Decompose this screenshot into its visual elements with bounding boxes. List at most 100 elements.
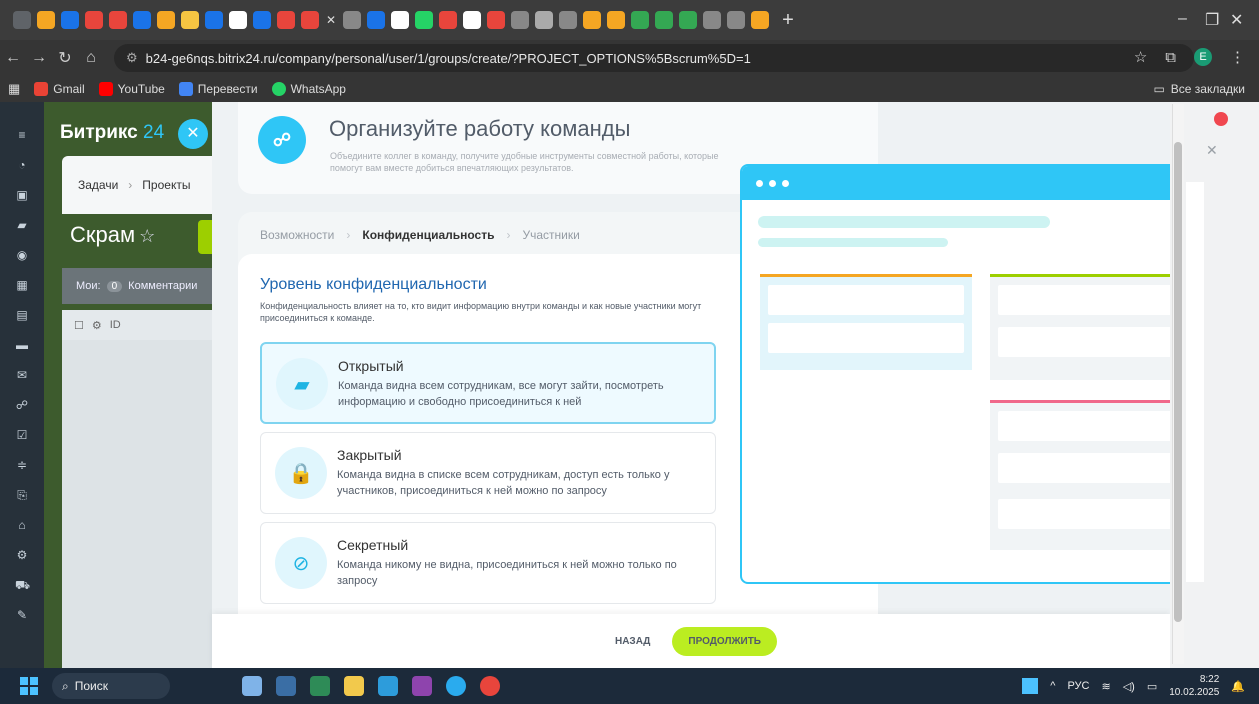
url-field[interactable]: ⚙ b24-ge6nqs.bitrix24.ru/company/persona… <box>114 44 1194 72</box>
scrum-icon[interactable]: ☑ <box>15 428 29 442</box>
tab-tasks[interactable]: Задачи <box>78 178 118 192</box>
scrollbar-thumb[interactable] <box>1174 142 1182 622</box>
vscode-icon[interactable] <box>412 676 432 696</box>
docs-icon[interactable]: ▤ <box>15 308 29 322</box>
browser-tab[interactable] <box>157 11 175 29</box>
site-info-icon[interactable]: ⚙ <box>126 50 138 66</box>
browser-tab[interactable] <box>391 11 410 29</box>
comments-filter[interactable]: Комментарии <box>128 280 197 292</box>
browser-tab[interactable] <box>511 11 530 29</box>
browser-tab[interactable] <box>727 11 746 29</box>
chevron-up-icon[interactable]: ^ <box>1050 680 1055 692</box>
bookmark-youtube[interactable]: YouTube <box>98 82 165 96</box>
continue-button[interactable]: ПРОДОЛЖИТЬ <box>672 626 777 656</box>
close-tab-icon[interactable]: ✕ <box>326 13 336 27</box>
gear-icon[interactable]: ⚙ <box>92 319 102 332</box>
battery-icon[interactable]: ▭ <box>1147 680 1157 693</box>
menu-icon[interactable]: ⋮ <box>1230 48 1245 66</box>
restore-icon[interactable]: ❐ <box>1205 10 1219 30</box>
browser-tab[interactable] <box>415 11 434 29</box>
windows-start-icon[interactable] <box>20 677 38 695</box>
wifi-icon[interactable]: ≋ <box>1101 680 1110 693</box>
tasks-icon[interactable]: ▣ <box>15 188 29 202</box>
browser-tab[interactable] <box>487 11 506 29</box>
browser-tab[interactable] <box>703 11 722 29</box>
browser-tab[interactable] <box>751 11 770 29</box>
step-members[interactable]: Участники <box>522 228 579 242</box>
extensions-icon[interactable]: ⧉ <box>1165 49 1176 66</box>
browser-tab[interactable] <box>85 11 103 29</box>
b24-logo[interactable]: Битрикс 24 <box>60 122 164 144</box>
browser-tab[interactable] <box>229 11 247 29</box>
drive-icon[interactable]: ▬ <box>15 338 29 352</box>
clock[interactable]: 8:22 10.02.2025 <box>1169 673 1219 699</box>
apps-icon[interactable]: ▦ <box>8 81 20 97</box>
browser-tab[interactable] <box>559 11 578 29</box>
browser-tab[interactable] <box>679 11 698 29</box>
edit-icon[interactable]: ✎ <box>15 608 29 622</box>
browser-tab[interactable] <box>253 11 271 29</box>
bookmark-whatsapp[interactable]: WhatsApp <box>271 82 346 96</box>
mail-icon[interactable]: ✉ <box>15 368 29 382</box>
option-open[interactable]: ▰ Открытый Команда видна всем сотрудника… <box>260 342 716 424</box>
filter-icon[interactable]: ≑ <box>15 458 29 472</box>
company-icon[interactable]: ⌂ <box>15 518 29 532</box>
telegram-icon[interactable] <box>446 676 466 696</box>
counter-badge[interactable]: 0 <box>106 280 123 292</box>
star-icon[interactable]: ☆ <box>139 226 155 246</box>
close-slider-button[interactable]: ✕ <box>178 119 208 149</box>
explorer-icon[interactable] <box>344 676 364 696</box>
browser-tab[interactable] <box>463 11 482 29</box>
mail-app-icon[interactable] <box>378 676 398 696</box>
browser-tab[interactable] <box>655 11 674 29</box>
browser-tab[interactable] <box>13 11 31 29</box>
language-indicator[interactable]: РУС <box>1067 680 1089 692</box>
task-view-icon[interactable] <box>276 676 296 696</box>
browser-tab[interactable] <box>301 11 319 29</box>
browser-tab[interactable] <box>631 11 650 29</box>
app-tray-icon[interactable] <box>1022 678 1039 694</box>
chrome-icon[interactable] <box>480 676 500 696</box>
new-tab-button[interactable]: + <box>782 9 794 32</box>
tab-projects[interactable]: Проекты <box>142 178 190 192</box>
browser-tab[interactable] <box>535 11 554 29</box>
browser-tab[interactable] <box>277 11 295 29</box>
close-window-icon[interactable]: ✕ <box>1230 10 1243 30</box>
back-icon[interactable]: ← <box>0 49 26 67</box>
browser-tab[interactable] <box>181 11 199 29</box>
profile-avatar[interactable]: E <box>1194 48 1212 66</box>
step-features[interactable]: Возможности <box>260 228 334 242</box>
reload-icon[interactable]: ↻ <box>52 48 78 68</box>
groups-icon[interactable]: ☍ <box>15 398 29 412</box>
option-secret[interactable]: ⊘ Секретный Команда никому не видна, при… <box>260 522 716 604</box>
home-icon[interactable]: ⌂ <box>78 49 104 67</box>
feed-icon[interactable]: ◔ <box>15 158 29 172</box>
notification-badge[interactable] <box>1214 112 1228 126</box>
minimize-icon[interactable]: – <box>1178 10 1187 28</box>
bookmark-star-icon[interactable]: ☆ <box>1134 48 1147 66</box>
settings-icon[interactable]: ⚙ <box>15 548 29 562</box>
browser-tab[interactable] <box>367 11 386 29</box>
calendar-icon[interactable]: ▦ <box>15 278 29 292</box>
browser-tab[interactable] <box>133 11 151 29</box>
browser-tab[interactable] <box>583 11 602 29</box>
checkbox-icon[interactable]: ☐ <box>74 319 84 332</box>
browser-tab[interactable] <box>109 11 127 29</box>
crm-icon[interactable]: ◉ <box>15 248 29 262</box>
close-icon[interactable]: ✕ <box>1206 142 1218 159</box>
create-button[interactable] <box>198 220 212 254</box>
app-icon[interactable] <box>310 676 330 696</box>
menu-burger-icon[interactable]: ≡ <box>15 128 29 142</box>
forward-icon[interactable]: → <box>26 49 52 67</box>
shop-icon[interactable]: ⛟ <box>15 578 30 592</box>
step-privacy[interactable]: Конфиденциальность <box>362 228 494 242</box>
browser-tab[interactable] <box>607 11 626 29</box>
back-button[interactable]: НАЗАД <box>605 628 660 655</box>
browser-tab[interactable] <box>61 11 79 29</box>
chat-icon[interactable]: ▰ <box>15 218 29 232</box>
bookmark-translate[interactable]: Перевести <box>178 82 258 96</box>
browser-tab[interactable] <box>37 11 55 29</box>
bell-icon[interactable]: 🔔 <box>1231 680 1245 693</box>
all-bookmarks[interactable]: ▭ Все закладки <box>1153 82 1245 96</box>
option-closed[interactable]: 🔒 Закрытый Команда видна в списке всем с… <box>260 432 716 514</box>
